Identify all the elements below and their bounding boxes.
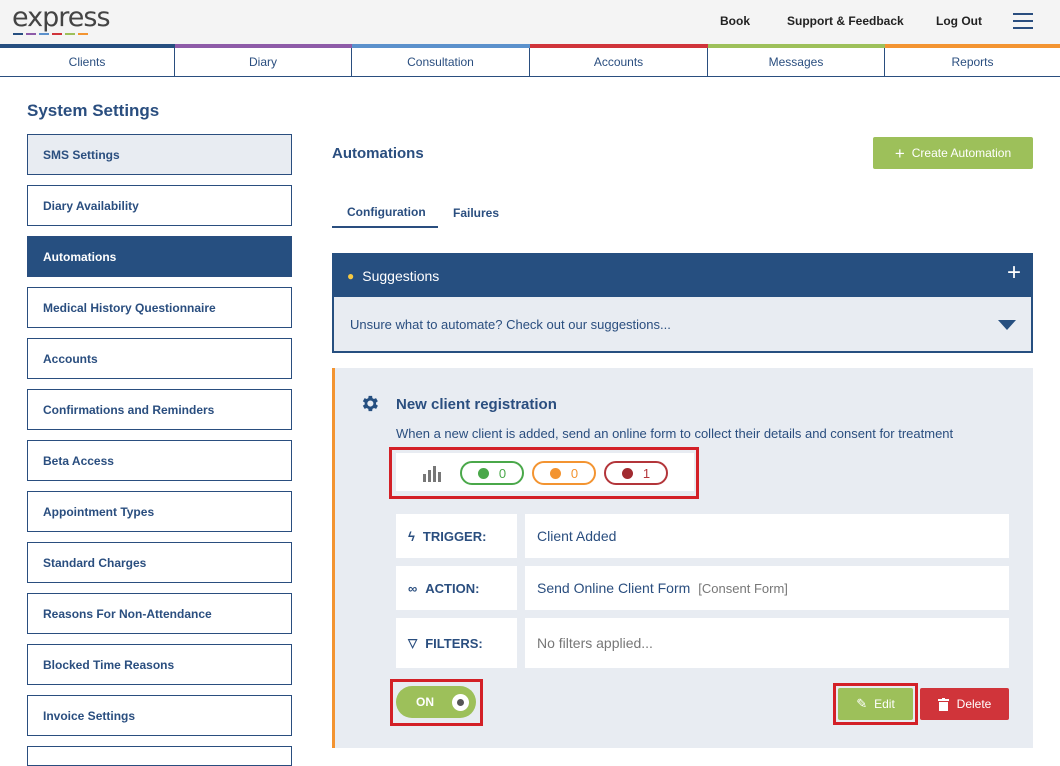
- highlight-box-stats: [389, 447, 699, 499]
- sidebar-item-appointment-types[interactable]: Appointment Types: [27, 491, 292, 532]
- sidebar-item-more[interactable]: [27, 746, 292, 766]
- trigger-label-text: TRIGGER:: [422, 528, 487, 544]
- action-value: Send Online Client Form [Consent Form]: [525, 566, 1009, 610]
- sidebar-item-invoice-settings[interactable]: Invoice Settings: [27, 695, 292, 736]
- highlight-box-toggle: [390, 679, 483, 726]
- action-value-text: Send Online Client Form: [537, 580, 691, 596]
- book-link[interactable]: Book: [720, 14, 750, 28]
- delete-label: Delete: [956, 697, 992, 711]
- section-title: Automations: [332, 145, 424, 162]
- suggestions-header[interactable]: ● Suggestions +: [334, 255, 1031, 297]
- support-feedback-link[interactable]: Support & Feedback: [787, 14, 904, 28]
- action-detail: [Consent Form]: [698, 580, 788, 596]
- nav-tab-accounts[interactable]: Accounts: [530, 48, 708, 76]
- trigger-value: Client Added: [525, 514, 1009, 558]
- sidebar-item-accounts[interactable]: Accounts: [27, 338, 292, 379]
- suggestions-dropdown[interactable]: Unsure what to automate? Check out our s…: [334, 297, 1031, 351]
- nav-tab-diary[interactable]: Diary: [175, 48, 352, 76]
- action-label-text: ACTION:: [425, 580, 480, 596]
- create-automation-button[interactable]: + Create Automation: [873, 137, 1033, 169]
- trigger-label: ϟ TRIGGER:: [396, 514, 517, 558]
- link-icon: ∞: [408, 580, 418, 596]
- active-tab-underline: [332, 226, 438, 228]
- sidebar-item-confirmations[interactable]: Confirmations and Reminders: [27, 389, 292, 430]
- sidebar-item-diary-availability[interactable]: Diary Availability: [27, 185, 292, 226]
- trash-icon: [937, 697, 949, 711]
- automation-description: When a new client is added, send an onli…: [396, 426, 954, 441]
- suggestions-panel: ● Suggestions + Unsure what to automate?…: [332, 253, 1033, 353]
- automation-title: New client registration: [396, 396, 557, 413]
- log-out-link[interactable]: Log Out: [936, 14, 982, 28]
- nav-tab-reports[interactable]: Reports: [885, 48, 1060, 76]
- tab-failures[interactable]: Failures: [453, 206, 499, 220]
- top-header: express Book Support & Feedback Log Out: [0, 0, 1060, 44]
- logo-color-bars: [13, 33, 88, 35]
- sidebar-item-automations[interactable]: Automations: [27, 236, 292, 277]
- suggestions-title: Suggestions: [362, 268, 440, 284]
- lightning-icon: ϟ: [408, 528, 415, 544]
- sidebar-item-standard-charges[interactable]: Standard Charges: [27, 542, 292, 583]
- nav-tab-consultation[interactable]: Consultation: [352, 48, 530, 76]
- create-automation-label: Create Automation: [911, 146, 1012, 160]
- sidebar-item-non-attendance[interactable]: Reasons For Non-Attendance: [27, 593, 292, 634]
- express-logo[interactable]: express: [12, 2, 111, 33]
- hamburger-menu-icon[interactable]: [1013, 13, 1033, 29]
- main-nav: Clients Diary Consultation Accounts Mess…: [0, 48, 1060, 77]
- gear-icon[interactable]: [359, 393, 380, 414]
- delete-button[interactable]: Delete: [920, 688, 1009, 720]
- sidebar-item-medical-history[interactable]: Medical History Questionnaire: [27, 287, 292, 328]
- action-label: ∞ ACTION:: [396, 566, 517, 610]
- expand-plus-icon[interactable]: +: [1007, 261, 1021, 285]
- page-title: System Settings: [27, 101, 160, 120]
- sidebar-item-blocked-time[interactable]: Blocked Time Reasons: [27, 644, 292, 685]
- nav-tab-clients[interactable]: Clients: [0, 48, 175, 76]
- highlight-box-edit: [833, 683, 918, 725]
- tab-configuration[interactable]: Configuration: [347, 205, 426, 219]
- plus-icon: +: [894, 143, 905, 163]
- sidebar-item-sms-settings[interactable]: SMS Settings: [27, 134, 292, 175]
- lightbulb-icon: ●: [347, 269, 355, 283]
- filter-icon: ▽: [408, 636, 418, 650]
- sidebar-item-beta-access[interactable]: Beta Access: [27, 440, 292, 481]
- filters-label-text: FILTERS:: [425, 635, 483, 651]
- filters-label: ▽ FILTERS:: [396, 618, 517, 668]
- suggestions-text: Unsure what to automate? Check out our s…: [350, 316, 671, 332]
- chevron-down-icon[interactable]: [998, 320, 1016, 330]
- nav-tab-messages[interactable]: Messages: [708, 48, 885, 76]
- filters-value: No filters applied...: [525, 618, 1009, 668]
